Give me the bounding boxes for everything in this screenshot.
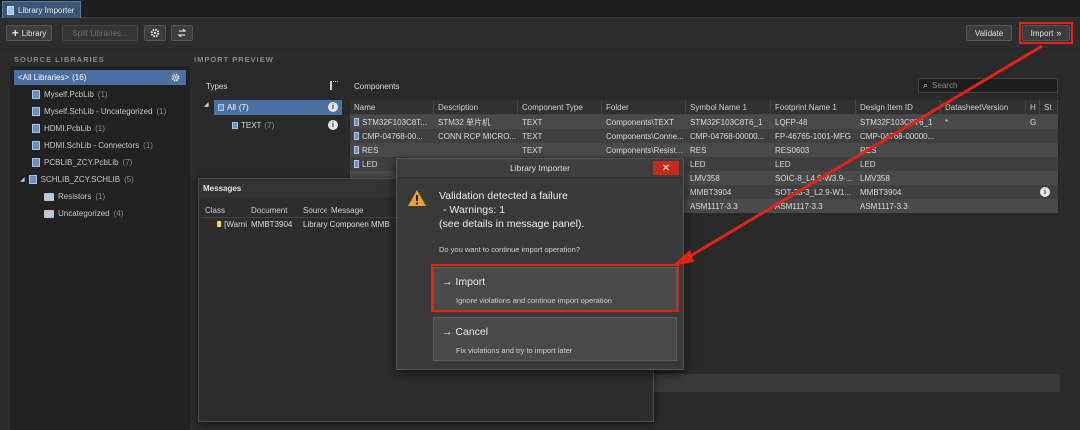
annotation-arrow [672,44,1043,266]
